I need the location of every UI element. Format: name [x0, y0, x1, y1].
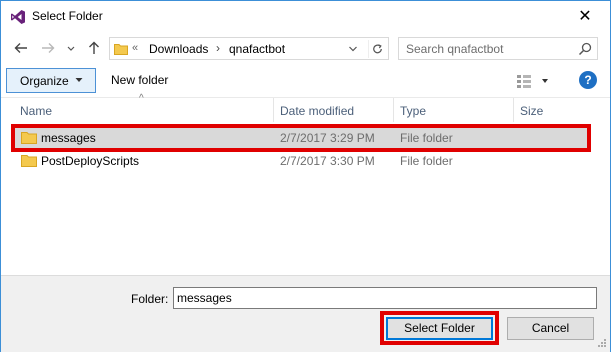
address-bar[interactable]: « Downloads › qnafactbot — [109, 37, 389, 60]
close-button[interactable]: ✕ — [575, 7, 595, 27]
breadcrumb-qnafactbot[interactable]: qnafactbot — [229, 42, 285, 56]
search-input[interactable]: Search qnafactbot — [406, 42, 503, 56]
organize-button[interactable]: Organize — [6, 68, 96, 93]
change-view-icon[interactable] — [515, 72, 555, 90]
folder-field-label: Folder: — [131, 292, 169, 306]
file-list: ^ Name Date modified Type Size messages … — [1, 93, 610, 280]
file-name: PostDeployScripts — [41, 154, 140, 168]
navigation-bar: « Downloads › qnafactbot Search qnafactb… — [1, 33, 610, 63]
search-icon[interactable] — [577, 41, 593, 57]
folder-icon — [114, 44, 128, 55]
column-size[interactable]: Size — [520, 104, 543, 118]
list-item-postdeployscripts[interactable]: PostDeployScripts 2/7/2017 3:30 PM File … — [13, 150, 589, 171]
back-arrow-icon[interactable] — [12, 39, 30, 57]
file-type: File folder — [400, 154, 453, 168]
organize-label: Organize — [20, 74, 69, 88]
cancel-button[interactable]: Cancel — [507, 317, 594, 340]
select-folder-button[interactable]: Select Folder — [386, 317, 493, 340]
refresh-icon[interactable] — [368, 40, 386, 58]
column-divider[interactable] — [393, 98, 394, 122]
search-box[interactable]: Search qnafactbot — [398, 37, 598, 60]
window-title: Select Folder — [32, 9, 103, 23]
dialog-footer: Folder: messages Select Folder Cancel — [1, 275, 610, 352]
caret-down-icon — [75, 78, 83, 82]
folder-icon — [21, 155, 37, 167]
sort-indicator: ^ — [139, 93, 144, 104]
folder-name-input[interactable]: messages — [173, 287, 597, 309]
help-button[interactable]: ? — [579, 71, 597, 89]
column-type[interactable]: Type — [400, 104, 426, 118]
column-divider[interactable] — [273, 98, 274, 122]
column-name[interactable]: Name — [20, 104, 52, 118]
breadcrumb-separator[interactable]: › — [216, 41, 220, 55]
visual-studio-icon — [11, 10, 25, 24]
breadcrumb-downloads[interactable]: Downloads — [149, 42, 208, 56]
new-folder-button[interactable]: New folder — [111, 73, 168, 87]
select-folder-dialog: Select Folder ✕ « Downloads › qnafactbot — [0, 0, 611, 352]
column-divider[interactable] — [513, 98, 514, 122]
recent-locations-chevron-down-icon[interactable] — [65, 39, 77, 57]
resize-grip-icon[interactable] — [597, 338, 607, 348]
file-date: 2/7/2017 3:30 PM — [280, 154, 375, 168]
up-arrow-icon[interactable] — [85, 39, 103, 57]
breadcrumb-overflow[interactable]: « — [132, 42, 138, 54]
command-bar: Organize New folder ? — [1, 67, 610, 96]
forward-arrow-icon[interactable] — [39, 39, 57, 57]
address-dropdown-chevron-down-icon[interactable] — [348, 42, 358, 56]
title-bar: Select Folder ✕ — [1, 1, 610, 32]
highlight-box-selected-row — [11, 124, 591, 152]
column-date-modified[interactable]: Date modified — [280, 104, 354, 118]
column-header-row: ^ Name Date modified Type Size — [1, 93, 610, 122]
